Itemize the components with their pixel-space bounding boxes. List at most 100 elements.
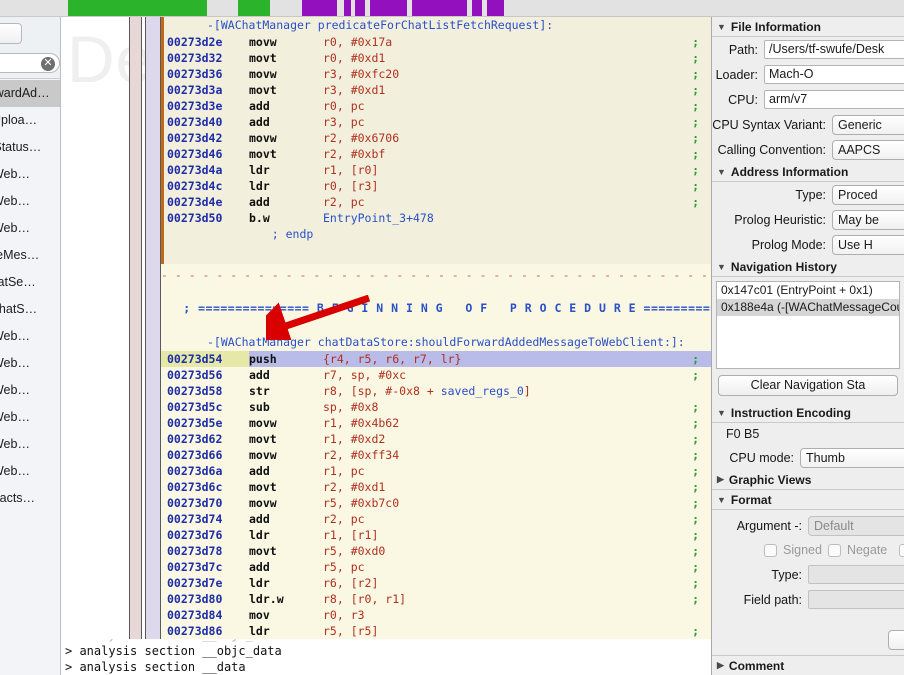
- disassembly-row[interactable]: 00273d78 movt r5, #0xd0;: [161, 543, 711, 559]
- section-header-instruction-encoding[interactable]: ▼ Instruction Encoding: [712, 403, 904, 423]
- sidebar-item[interactable]: arkStatus…: [0, 134, 60, 161]
- seg-purple-6[interactable]: [472, 0, 482, 16]
- disassembly-row[interactable]: 00273d2e movw r0, #0x17a;: [161, 34, 711, 50]
- disassembly-row[interactable]: 00273d80 ldr.w r8, [r0, r1];: [161, 591, 711, 607]
- seg-purple-4[interactable]: [370, 0, 407, 16]
- segment-color-bar[interactable]: [0, 0, 904, 17]
- field-select[interactable]: Generic: [832, 114, 904, 135]
- disassembly-view[interactable]: Demo Version -[WAChatManager predicateFo…: [61, 17, 711, 639]
- disassembly-row[interactable]: 00273d84 mov r0, r3: [161, 607, 711, 623]
- sidebar-item[interactable]: tifyWeb…: [0, 458, 60, 485]
- code-pane[interactable]: -[WAChatManager predicateForChatListFetc…: [161, 17, 711, 639]
- disassembly-row[interactable]: 00273d4e add r2, pc;: [161, 194, 711, 210]
- sidebar-item[interactable]: tifyWeb…: [0, 188, 60, 215]
- disassembly-row[interactable]: 00273d56 add r7, sp, #0xc;: [161, 367, 711, 383]
- disclosure-triangle-down-icon[interactable]: ▼: [717, 262, 726, 272]
- seg-purple-5[interactable]: [412, 0, 467, 16]
- checkbox[interactable]: [764, 543, 777, 557]
- clear-navigation-stack-button[interactable]: Clear Navigation Sta: [718, 375, 898, 396]
- disassembly-row[interactable]: 00273d86 ldr r5, [r5];: [161, 623, 711, 639]
- field-input[interactable]: arm/v7: [764, 90, 904, 109]
- disassembly-row[interactable]: 00273d3a movt r3, #0xd1;: [161, 82, 711, 98]
- disclosure-triangle-right-icon[interactable]: ▶: [717, 474, 724, 485]
- format-extra-button[interactable]: [888, 630, 904, 650]
- checkbox[interactable]: [827, 543, 841, 557]
- field-input[interactable]: /Users/tf-swufe/Desk: [764, 40, 904, 59]
- sidebar-item[interactable]: owUploa…: [0, 107, 60, 134]
- disassembly-row[interactable]: 00273d70 movw r5, #0xb7c0;: [161, 495, 711, 511]
- disclosure-triangle-right-icon[interactable]: ▶: [717, 660, 724, 671]
- seg-gap-1[interactable]: [207, 0, 238, 16]
- procedure-block-chatdatastore[interactable]: - - - - - - - - - - - - - - - - - - - - …: [161, 264, 711, 639]
- sidebar-segment-button[interactable]: [0, 23, 22, 44]
- sidebar-item[interactable]: ForwardAd…: [0, 80, 60, 107]
- seg-purple-2[interactable]: [344, 0, 351, 16]
- field-select[interactable]: Use H: [832, 234, 904, 255]
- seg-purple-1[interactable]: [302, 0, 337, 16]
- disassembly-row[interactable]: 00273d6a add r1, pc;: [161, 463, 711, 479]
- sidebar-item[interactable]: tifyWeb…: [0, 377, 60, 404]
- disassembly-row[interactable]: 00273d66 movw r2, #0xff34;: [161, 447, 711, 463]
- clear-search-icon[interactable]: ✕: [41, 57, 55, 71]
- disclosure-triangle-down-icon[interactable]: ▼: [717, 22, 726, 32]
- sidebar-item[interactable]: tifyWeb…: [0, 404, 60, 431]
- sidebar-item[interactable]: tifyWeb…: [0, 215, 60, 242]
- console-output[interactable]: > analysis section __objc_data > analysis…: [61, 639, 711, 675]
- sidebar-item[interactable]: AllChatS…: [0, 296, 60, 323]
- seg-green-1[interactable]: [68, 0, 207, 16]
- navigation-history-item[interactable]: 0x147c01 (EntryPoint + 0x1): [717, 282, 899, 299]
- disassembly-row[interactable]: 00273d40 add r3, pc;: [161, 114, 711, 130]
- sidebar-item[interactable]: contacts…: [0, 485, 60, 512]
- seg-purple-7[interactable]: [487, 0, 504, 16]
- sidebar-item[interactable]: llChatSe…: [0, 269, 60, 296]
- disassembly-row[interactable]: 00273d5c sub sp, #0x8;: [161, 399, 711, 415]
- checkbox[interactable]: [899, 543, 904, 557]
- navigation-history-list[interactable]: 0x147c01 (EntryPoint + 0x1) 0x188e4a (-[W…: [716, 281, 900, 369]
- field-select[interactable]: May be: [832, 209, 904, 230]
- sidebar-item[interactable]: tifyWeb…: [0, 161, 60, 188]
- disassembly-row[interactable]: 00273d5e movw r1, #0x4b62;: [161, 415, 711, 431]
- disassembly-row[interactable]: 00273d46 movt r2, #0xbf;: [161, 146, 711, 162]
- section-header-address-information[interactable]: ▼ Address Information: [712, 162, 904, 182]
- disassembly-row[interactable]: 00273d54 push {r4, r5, r6, r7, lr};: [161, 351, 711, 367]
- field-select[interactable]: AAPCS: [832, 139, 904, 160]
- disassembly-row[interactable]: 00273d74 add r2, pc;: [161, 511, 711, 527]
- disassembly-row[interactable]: 00273d58 str r8, [sp, #-0x8 + saved_regs_0…: [161, 383, 711, 399]
- section-header-comment[interactable]: ▶ Comment: [712, 655, 904, 675]
- cpu-mode-select[interactable]: Thumb: [800, 447, 904, 468]
- section-header-format[interactable]: ▼ Format: [712, 490, 904, 510]
- disassembly-row[interactable]: 00273d62 movt r1, #0xd2;: [161, 431, 711, 447]
- navigation-history-item[interactable]: 0x188e4a (-[WAChatMessageCoun: [717, 299, 899, 316]
- disclosure-triangle-down-icon[interactable]: ▼: [717, 167, 726, 177]
- field-input[interactable]: Mach-O: [764, 65, 904, 84]
- sidebar-item[interactable]: tifyWeb…: [0, 431, 60, 458]
- symbol-list[interactable]: ForwardAd… owUploa… arkStatus… tifyWeb… tify…: [0, 79, 60, 512]
- disassembly-row[interactable]: 00273d4a ldr r1, [r0];: [161, 162, 711, 178]
- seg-gap-2[interactable]: [270, 0, 302, 16]
- sidebar-item[interactable]: tifyWeb…: [0, 323, 60, 350]
- seg-green-2[interactable]: [238, 0, 270, 16]
- disassembly-row[interactable]: 00273d36 movw r3, #0xfc20;: [161, 66, 711, 82]
- field-select[interactable]: Proced: [832, 184, 904, 205]
- field-path-field[interactable]: [808, 590, 904, 609]
- disassembly-row[interactable]: 00273d76 ldr r1, [r1];: [161, 527, 711, 543]
- instruction-symbol[interactable]: EntryPoint_3+478: [323, 211, 434, 225]
- procedure-block-predicate[interactable]: -[WAChatManager predicateForChatListFetc…: [161, 17, 711, 242]
- disclosure-triangle-down-icon[interactable]: ▼: [717, 408, 726, 418]
- sidebar-item[interactable]: tifyWeb…: [0, 350, 60, 377]
- section-header-navigation-history[interactable]: ▼ Navigation History: [712, 257, 904, 277]
- disassembly-row[interactable]: 00273d4c ldr r0, [r3];: [161, 178, 711, 194]
- disassembly-row[interactable]: 00273d7c add r5, pc;: [161, 559, 711, 575]
- type-field[interactable]: [808, 565, 904, 584]
- disassembly-row[interactable]: 00273d7e ldr r6, [r2];: [161, 575, 711, 591]
- disassembly-row[interactable]: 00273d50 b.w EntryPoint_3+478: [161, 210, 711, 226]
- disassembly-row[interactable]: 00273d6c movt r2, #0xd1;: [161, 479, 711, 495]
- instruction-symbol[interactable]: saved_regs_0: [441, 384, 524, 398]
- argument-select[interactable]: Default: [808, 515, 904, 536]
- disassembly-row[interactable]: 00273d42 movw r2, #0x6706;: [161, 130, 711, 146]
- disassembly-row[interactable]: 00273d32 movt r0, #0xd1;: [161, 50, 711, 66]
- disassembly-row[interactable]: 00273d3e add r0, pc;: [161, 98, 711, 114]
- seg-purple-3[interactable]: [355, 0, 365, 16]
- sidebar-item[interactable]: eleteMes…: [0, 242, 60, 269]
- section-header-file-information[interactable]: ▼ File Information: [712, 17, 904, 37]
